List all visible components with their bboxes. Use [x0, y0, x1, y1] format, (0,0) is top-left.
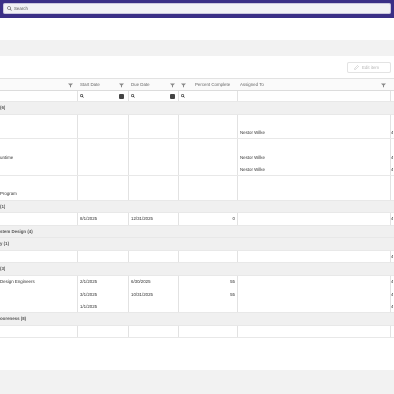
filter-icon[interactable] — [119, 83, 124, 88]
edge-cell: 4 — [391, 129, 394, 135]
group-header[interactable]: (6) — [0, 102, 394, 115]
filter-icon[interactable] — [381, 83, 386, 88]
title-cell: untime — [0, 154, 14, 160]
due-date-cell: 12/31/2025 — [131, 216, 153, 222]
edge-cell: 4 — [391, 253, 394, 259]
group-label: ooreness (8) — [0, 316, 27, 322]
percent-complete-cell: 0 — [232, 216, 235, 222]
filter-row — [0, 91, 394, 102]
list-spacer — [0, 176, 394, 188]
group-label: stem Design (4) — [0, 228, 33, 234]
list-grid: Start Date Due Date Percent Complete Ass… — [0, 78, 394, 338]
group-label: (1) — [0, 203, 6, 209]
edge-cell: 4 — [391, 154, 394, 160]
group-label: (3) — [0, 266, 6, 272]
title-cell: Program — [0, 191, 17, 197]
table-row[interactable]: untime Nestor Wilke 4 — [0, 151, 394, 164]
edge-cell: 4 — [391, 166, 394, 172]
search-icon[interactable] — [181, 94, 185, 98]
group-label: y (1) — [0, 241, 10, 247]
assigned-to-cell: Nestor Wilke — [240, 154, 265, 160]
table-row[interactable]: Nestor Wilke 4 — [0, 164, 394, 176]
table-row[interactable]: Nestor Wilke 4 — [0, 127, 394, 139]
command-bar-band — [0, 40, 394, 56]
pencil-icon — [354, 65, 359, 70]
edit-item-label: Edit item — [362, 65, 380, 70]
edge-cell: 4 — [391, 291, 394, 297]
column-header-row: Start Date Due Date Percent Complete Ass… — [0, 78, 394, 91]
percent-complete-cell: 55 — [230, 291, 235, 297]
top-bar: Search — [0, 0, 394, 18]
start-date-cell: 2/1/2025 — [80, 279, 98, 285]
footer-band — [0, 370, 394, 394]
calendar-icon[interactable] — [170, 94, 175, 99]
table-row[interactable] — [0, 326, 394, 338]
search-icon — [7, 6, 12, 11]
due-date-cell: 10/31/2025 — [131, 291, 153, 297]
edit-item-button[interactable]: Edit item — [347, 62, 391, 73]
group-label: (6) — [0, 105, 6, 111]
table-row[interactable]: Design Engineers 2/1/2025 6/30/2025 55 4 — [0, 276, 394, 289]
list-spacer — [0, 114, 394, 127]
filter-icon[interactable] — [170, 83, 175, 88]
column-header-assigned-to[interactable]: Assigned To — [240, 79, 264, 90]
calendar-icon[interactable] — [119, 94, 124, 99]
search-icon[interactable] — [80, 94, 84, 98]
assigned-to-cell: Nestor Wilke — [240, 166, 265, 172]
column-header-due-date[interactable]: Due Date — [131, 79, 150, 90]
group-header[interactable]: ooreness (8) — [0, 313, 394, 326]
edge-cell: 4 — [391, 279, 394, 285]
due-date-cell: 6/30/2025 — [131, 279, 151, 285]
list-spacer — [0, 139, 394, 151]
group-header[interactable]: y (1) — [0, 238, 394, 251]
group-header[interactable]: (3) — [0, 263, 394, 276]
edge-cell: 4 — [391, 303, 394, 309]
assigned-to-cell: Nestor Wilke — [240, 129, 265, 135]
group-header[interactable]: (1) — [0, 200, 394, 213]
start-date-cell: 1/1/2025 — [80, 303, 98, 309]
column-header-start-date[interactable]: Start Date — [80, 79, 100, 90]
search-placeholder: Search — [14, 6, 28, 11]
start-date-cell: 3/1/2025 — [80, 291, 98, 297]
search-input[interactable]: Search — [3, 3, 391, 14]
filter-icon[interactable] — [181, 83, 186, 88]
filter-icon[interactable] — [68, 83, 73, 88]
edge-cell: 4 — [391, 216, 394, 222]
table-row[interactable]: 1/1/2025 4 — [0, 301, 394, 313]
table-row[interactable]: 8/1/2025 12/31/2025 0 4 — [0, 213, 394, 226]
table-row[interactable]: Program — [0, 188, 394, 201]
group-header[interactable]: stem Design (4) — [0, 225, 394, 238]
percent-complete-cell: 55 — [230, 279, 235, 285]
table-row[interactable]: 3/1/2025 10/31/2025 55 4 — [0, 288, 394, 301]
search-icon[interactable] — [131, 94, 135, 98]
table-row[interactable]: 4 — [0, 251, 394, 263]
start-date-cell: 8/1/2025 — [80, 216, 98, 222]
column-header-percent-complete[interactable]: Percent Complete — [195, 79, 230, 90]
title-cell: Design Engineers — [0, 279, 35, 285]
